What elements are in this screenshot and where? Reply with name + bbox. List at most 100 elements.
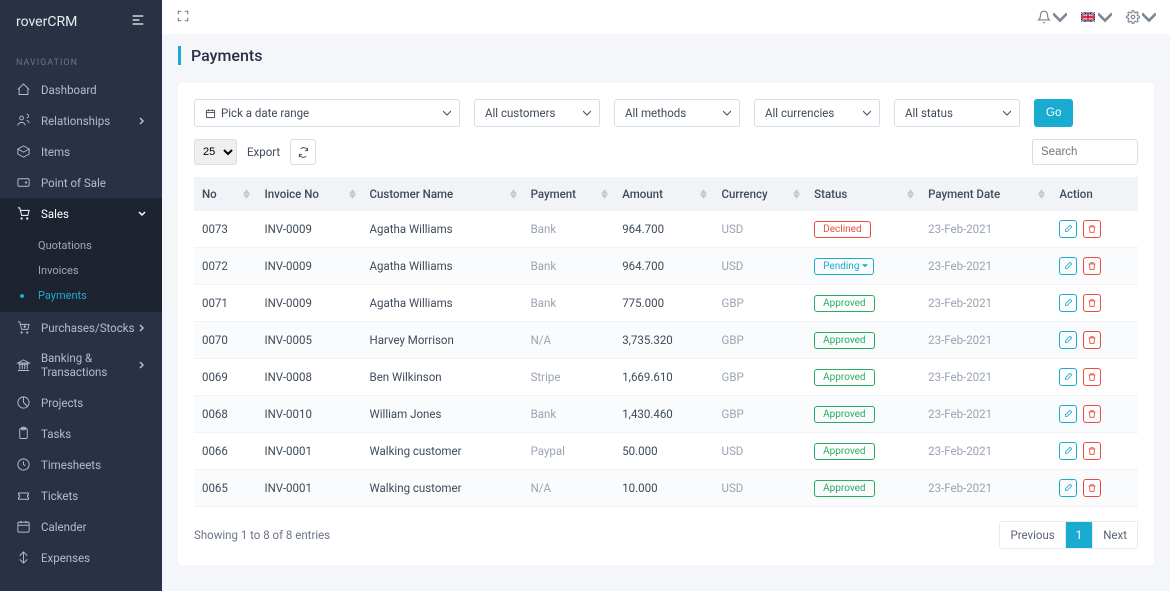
status-badge[interactable]: Pending	[814, 258, 874, 275]
status-badge: Approved	[814, 295, 874, 312]
column-header-payment-date[interactable]: Payment Date	[920, 177, 1051, 211]
status-badge: Approved	[814, 443, 874, 460]
cell-invoice-no: INV-0009	[256, 211, 361, 248]
sidebar-item-dashboard[interactable]: Dashboard	[0, 74, 162, 105]
filter-customers[interactable]: All customers	[474, 99, 600, 127]
cell-currency: USD	[713, 211, 806, 248]
delete-button[interactable]	[1083, 257, 1101, 275]
sidebar-item-label: Expenses	[41, 551, 90, 565]
pagination-page-1[interactable]: 1	[1065, 522, 1092, 548]
sidebar-subitem-invoices[interactable]: Invoices	[0, 258, 162, 283]
sidebar-item-tickets[interactable]: Tickets	[0, 480, 162, 511]
caret-down-icon	[863, 106, 871, 120]
sidebar-item-label: Items	[41, 145, 70, 159]
status-badge: Approved	[814, 369, 874, 386]
cell-payment-date: 23-Feb-2021	[920, 248, 1051, 285]
sidebar-item-sales[interactable]: Sales	[0, 198, 162, 229]
sidebar-item-calender[interactable]: Calender	[0, 511, 162, 542]
sidebar-item-label: Relationships	[41, 114, 110, 128]
edit-button[interactable]	[1059, 442, 1077, 460]
sidebar-item-projects[interactable]: Projects	[0, 387, 162, 418]
sidebar-item-timesheets[interactable]: Timesheets	[0, 449, 162, 480]
delete-button[interactable]	[1083, 220, 1101, 238]
sidebar-item-label: Purchases/Stocks	[41, 321, 135, 335]
column-header-payment[interactable]: Payment	[523, 177, 615, 211]
edit-button[interactable]	[1059, 220, 1077, 238]
date-range-picker[interactable]: Pick a date range	[194, 99, 460, 127]
go-button[interactable]: Go	[1034, 99, 1073, 127]
filter-status[interactable]: All status	[894, 99, 1020, 127]
delete-button[interactable]	[1083, 294, 1101, 312]
pagination-prev[interactable]: Previous	[1000, 522, 1064, 548]
cell-no: 0072	[194, 248, 256, 285]
sidebar-item-banking-transactions[interactable]: Banking & Transactions	[0, 343, 162, 387]
cell-payment-method: Paypal	[523, 433, 615, 470]
column-header-amount[interactable]: Amount	[614, 177, 713, 211]
delete-button[interactable]	[1083, 331, 1101, 349]
cell-no: 0065	[194, 470, 256, 507]
language-flag-uk[interactable]	[1081, 10, 1112, 24]
fullscreen-icon[interactable]	[176, 9, 190, 26]
pagination: Previous 1 Next	[999, 521, 1138, 549]
cell-action	[1051, 433, 1138, 470]
delete-button[interactable]	[1083, 479, 1101, 497]
cell-payment-method: Bank	[523, 248, 615, 285]
cart-icon	[16, 206, 31, 221]
sidebar-item-expenses[interactable]: Expenses	[0, 542, 162, 573]
refresh-button[interactable]	[290, 139, 316, 165]
cell-invoice-no: INV-0008	[256, 359, 361, 396]
cell-payment-method: Bank	[523, 211, 615, 248]
cell-currency: GBP	[713, 396, 806, 433]
delete-button[interactable]	[1083, 405, 1101, 423]
filter-status-label: All status	[905, 106, 953, 120]
header-label: Payment	[531, 187, 576, 201]
delete-button[interactable]	[1083, 442, 1101, 460]
sort-icon	[793, 189, 800, 199]
edit-button[interactable]	[1059, 294, 1077, 312]
column-header-status[interactable]: Status	[806, 177, 920, 211]
search-input[interactable]	[1032, 139, 1138, 165]
filter-methods[interactable]: All methods	[614, 99, 740, 127]
sidebar-toggle-icon[interactable]	[130, 12, 146, 32]
table-row: 0068INV-0010William JonesBank1,430.460GB…	[194, 396, 1138, 433]
edit-button[interactable]	[1059, 405, 1077, 423]
edit-button[interactable]	[1059, 368, 1077, 386]
chevron-right-icon	[138, 358, 146, 372]
export-button[interactable]: Export	[247, 145, 280, 159]
column-header-no[interactable]: No	[194, 177, 256, 211]
page-size-select[interactable]: 25	[194, 139, 237, 165]
column-header-customer-name[interactable]: Customer Name	[362, 177, 523, 211]
cell-customer-name: Harvey Morrison	[362, 322, 523, 359]
cell-payment-date: 23-Feb-2021	[920, 322, 1051, 359]
edit-button[interactable]	[1059, 479, 1077, 497]
sidebar-subitem-payments[interactable]: Payments	[0, 283, 162, 308]
sidebar-item-items[interactable]: Items	[0, 136, 162, 167]
cell-action	[1051, 396, 1138, 433]
sort-icon	[700, 189, 707, 199]
sidebar-item-relationships[interactable]: Relationships	[0, 105, 162, 136]
column-header-currency[interactable]: Currency	[713, 177, 806, 211]
notifications-icon[interactable]	[1037, 10, 1067, 24]
chevron-right-icon	[138, 114, 146, 128]
column-header-invoice-no[interactable]: Invoice No	[256, 177, 361, 211]
pie-icon	[16, 395, 31, 410]
sidebar-item-purchases-stocks[interactable]: Purchases/Stocks	[0, 312, 162, 343]
cell-payment-date: 23-Feb-2021	[920, 396, 1051, 433]
cell-invoice-no: INV-0009	[256, 285, 361, 322]
pagination-next[interactable]: Next	[1092, 522, 1137, 548]
calendar-icon	[16, 519, 31, 534]
sidebar-item-label: Timesheets	[41, 458, 101, 472]
edit-button[interactable]	[1059, 257, 1077, 275]
cell-customer-name: Walking customer	[362, 470, 523, 507]
delete-button[interactable]	[1083, 368, 1101, 386]
settings-icon[interactable]	[1126, 10, 1156, 24]
filter-currencies[interactable]: All currencies	[754, 99, 880, 127]
edit-button[interactable]	[1059, 331, 1077, 349]
cell-status: Declined	[806, 211, 920, 248]
sidebar-subitem-quotations[interactable]: Quotations	[0, 233, 162, 258]
header-label: Status	[814, 187, 847, 201]
header-label: Currency	[721, 187, 767, 201]
sidebar-item-point-of-sale[interactable]: Point of Sale	[0, 167, 162, 198]
page-title: Payments	[178, 46, 1154, 65]
sidebar-item-tasks[interactable]: Tasks	[0, 418, 162, 449]
